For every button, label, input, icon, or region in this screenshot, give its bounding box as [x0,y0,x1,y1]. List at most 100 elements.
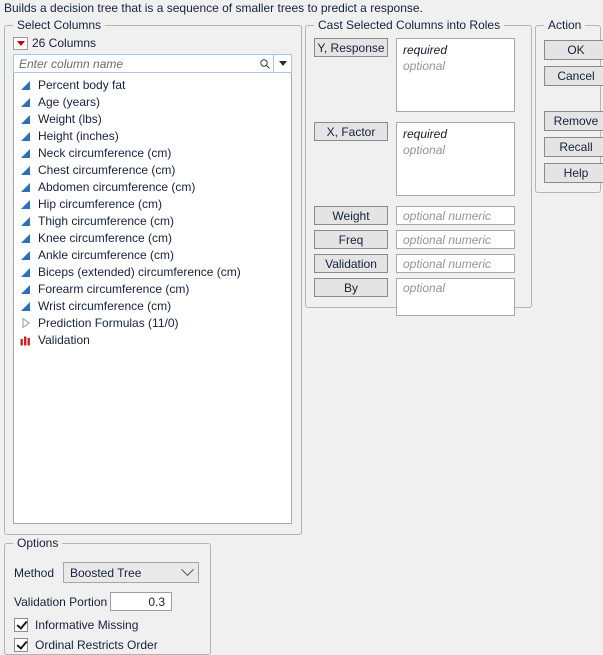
freq-dropzone[interactable]: optional numeric [396,230,515,249]
column-list-item-label: Percent body fat [38,77,126,92]
continuous-icon [20,249,32,261]
validation-button[interactable]: Validation [314,254,388,273]
search-icon [257,58,273,70]
checkbox-ordinal-restricts-order[interactable]: Ordinal Restricts Order [14,638,158,652]
continuous-icon [20,113,32,125]
cast-roles-panel: Cast Selected Columns into Roles Y, Resp… [305,18,532,316]
search-dropdown-icon[interactable] [274,61,291,66]
weight-hint: optional numeric [403,209,492,223]
column-list-item-label: Abdomen circumference (cm) [38,179,196,194]
column-list-item[interactable]: Weight (lbs) [14,110,291,127]
validation-hint: optional numeric [403,257,492,271]
informative-missing-checkbox-icon[interactable] [14,618,28,632]
column-list-item[interactable]: Prediction Formulas (11/0) [14,314,291,331]
continuous-icon [20,283,32,295]
ordinal-restricts-order-label: Ordinal Restricts Order [35,638,158,652]
x-factor-button[interactable]: X, Factor [314,122,388,141]
column-list-item[interactable]: Ankle circumference (cm) [14,246,291,263]
column-list-item[interactable]: Knee circumference (cm) [14,229,291,246]
continuous-icon [20,232,32,244]
column-list[interactable]: Percent body fat Age (years) Weight (lbs) H… [13,73,292,524]
validation-dropzone[interactable]: optional numeric [396,254,515,273]
column-list-item[interactable]: Thigh circumference (cm) [14,212,291,229]
column-list-item[interactable]: Height (inches) [14,127,291,144]
search-input[interactable] [14,55,257,72]
column-list-item[interactable]: Age (years) [14,93,291,110]
continuous-icon [20,130,32,142]
column-list-item-label: Biceps (extended) circumference (cm) [38,264,241,279]
column-list-item-label: Chest circumference (cm) [38,162,176,177]
ok-button[interactable]: OK [544,40,603,60]
column-list-item[interactable]: Validation [14,331,291,348]
column-list-item[interactable]: Neck circumference (cm) [14,144,291,161]
column-list-item-label: Prediction Formulas (11/0) [38,315,179,330]
y-response-hint-required: required [403,43,448,57]
column-count-header[interactable]: 26 Columns [13,36,96,50]
role-row-freq: Freq optional numeric [314,230,515,249]
column-list-item[interactable]: Abdomen circumference (cm) [14,178,291,195]
weight-button[interactable]: Weight [314,206,388,225]
role-row-y-response: Y, Response required optional [314,38,515,112]
continuous-icon [20,164,32,176]
x-factor-dropzone[interactable]: required optional [396,122,515,196]
continuous-icon [20,215,32,227]
column-list-item-label: Age (years) [38,94,101,109]
continuous-icon [20,266,32,278]
column-list-item-label: Neck circumference (cm) [38,145,172,160]
options-legend: Options [13,536,63,550]
column-list-item-label: Thigh circumference (cm) [38,213,175,228]
weight-dropzone[interactable]: optional numeric [396,206,515,225]
cast-roles-legend: Cast Selected Columns into Roles [314,18,505,32]
freq-button[interactable]: Freq [314,230,388,249]
checkbox-informative-missing[interactable]: Informative Missing [14,618,138,632]
x-factor-hint-optional: optional [403,143,446,157]
method-selected-value: Boosted Tree [70,565,142,580]
validation-portion-input[interactable] [110,592,172,611]
column-list-item[interactable]: Biceps (extended) circumference (cm) [14,263,291,280]
column-list-item[interactable]: Hip circumference (cm) [14,195,291,212]
by-dropzone[interactable]: optional [396,278,515,316]
column-list-item-label: Validation [38,332,90,347]
column-list-item[interactable]: Percent body fat [14,76,291,93]
recall-button[interactable]: Recall [544,137,603,157]
continuous-icon [20,79,32,91]
by-button[interactable]: By [314,278,388,297]
y-response-button[interactable]: Y, Response [314,38,388,57]
column-list-item[interactable]: Wrist circumference (cm) [14,297,291,314]
method-label: Method [14,566,55,580]
options-panel: Options Method Boosted Tree Validation P… [4,536,211,655]
continuous-icon [20,300,32,312]
column-list-item-label: Weight (lbs) [38,111,102,126]
disclosure-triangle-icon [20,317,32,329]
help-button[interactable]: Help [544,163,603,183]
informative-missing-label: Informative Missing [35,618,139,632]
y-response-dropzone[interactable]: required optional [396,38,515,112]
column-search-box[interactable] [13,54,292,73]
y-response-hint-optional: optional [403,59,446,73]
column-list-item-label: Height (inches) [38,128,119,143]
remove-button[interactable]: Remove [544,111,603,131]
ordinal-restricts-order-checkbox-icon[interactable] [14,638,28,652]
role-row-weight: Weight optional numeric [314,206,515,225]
freq-hint: optional numeric [403,233,492,247]
x-factor-hint-required: required [403,127,448,141]
cancel-button[interactable]: Cancel [544,66,603,86]
action-panel: Action OK Cancel Remove Recall Help [535,18,603,193]
validation-portion-label: Validation Portion [14,595,108,609]
column-list-item-label: Ankle circumference (cm) [38,247,175,262]
column-list-item[interactable]: Forearm circumference (cm) [14,280,291,297]
column-list-item[interactable]: Chest circumference (cm) [14,161,291,178]
columns-menu-icon[interactable] [13,36,28,50]
column-list-item-label: Knee circumference (cm) [38,230,173,245]
select-columns-legend: Select Columns [13,18,106,32]
by-hint: optional [403,281,446,295]
method-select[interactable]: Boosted Tree [63,562,199,583]
dialog-description: Builds a decision tree that is a sequenc… [4,1,423,15]
role-row-by: By optional [314,278,515,316]
chevron-down-icon [181,563,194,577]
continuous-icon [20,147,32,159]
column-count-label: 26 Columns [32,36,97,50]
select-columns-panel: Select Columns 26 Columns Percent body f… [4,18,302,535]
continuous-icon [20,181,32,193]
role-row-validation: Validation optional numeric [314,254,515,273]
